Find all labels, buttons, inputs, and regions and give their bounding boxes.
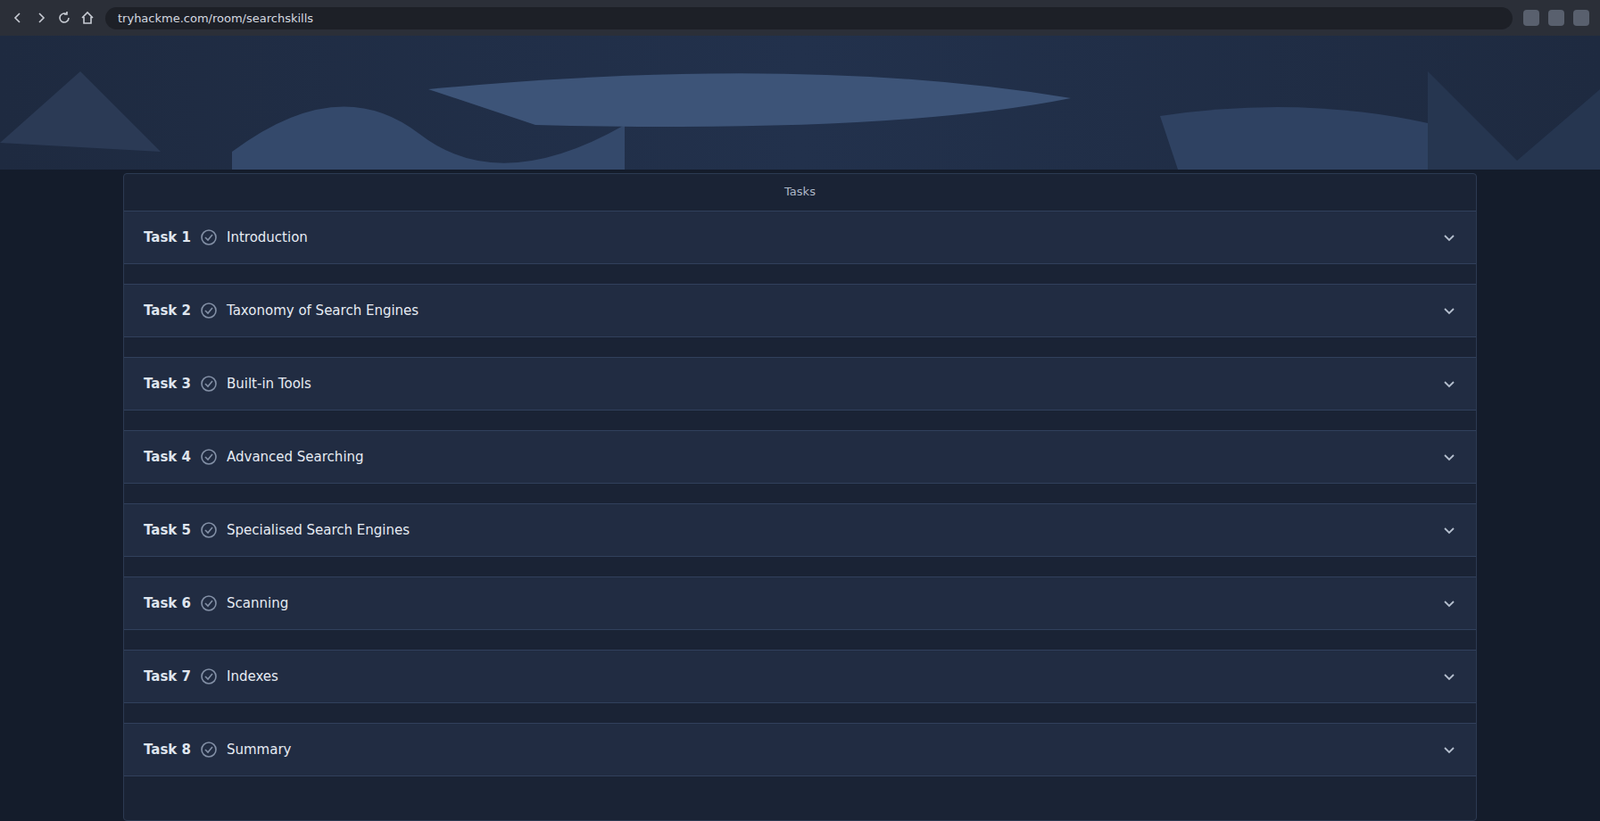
- task-title: Summary: [226, 741, 1434, 758]
- profile-icon[interactable]: [1573, 9, 1590, 26]
- task-label: Task 1: [143, 229, 191, 246]
- check-circle-icon: [199, 740, 218, 759]
- panel-title: Tasks: [124, 179, 1476, 211]
- task-panel: Tasks Task 1 Introduction Task 2 Taxonom…: [123, 173, 1477, 821]
- check-circle-icon: [199, 301, 218, 320]
- chevron-icon[interactable]: [1442, 230, 1457, 245]
- check-circle-icon: [199, 374, 218, 393]
- task-title: Introduction: [226, 229, 1434, 246]
- chevron-icon[interactable]: [1442, 522, 1457, 538]
- extension-icon[interactable]: [1523, 9, 1540, 26]
- task-title: Advanced Searching: [226, 448, 1434, 465]
- task-row[interactable]: Task 8 Summary: [124, 722, 1476, 777]
- chevron-icon[interactable]: [1442, 596, 1457, 611]
- task-row[interactable]: Task 3 Built-in Tools: [124, 356, 1476, 411]
- task-label: Task 8: [143, 741, 191, 758]
- chevron-icon[interactable]: [1442, 742, 1457, 757]
- task-row[interactable]: Task 5 Specialised Search Engines: [124, 503, 1476, 557]
- chevron-icon[interactable]: [1442, 449, 1457, 465]
- chevron-icon[interactable]: [1442, 376, 1457, 391]
- check-circle-icon: [199, 447, 218, 466]
- task-row[interactable]: Task 7 Indexes: [124, 649, 1476, 704]
- check-circle-icon: [199, 521, 218, 539]
- check-circle-icon: [199, 667, 218, 686]
- task-label: Task 6: [143, 595, 191, 612]
- task-title: Specialised Search Engines: [226, 522, 1434, 539]
- task-row[interactable]: Task 4 Advanced Searching: [124, 430, 1476, 484]
- chevron-icon[interactable]: [1442, 669, 1457, 684]
- home-icon[interactable]: [80, 10, 95, 25]
- task-row[interactable]: Task 2 Taxonomy of Search Engines: [124, 283, 1476, 338]
- forward-icon[interactable]: [33, 10, 49, 25]
- check-circle-icon: [199, 594, 218, 613]
- browser-toolbar: tryhackme.com/room/searchskills: [0, 0, 1600, 36]
- browser-window: tryhackme.com/room/searchskills Tasks Ta…: [0, 0, 1600, 821]
- task-title: Taxonomy of Search Engines: [226, 302, 1434, 319]
- room-banner: [0, 35, 1600, 170]
- task-label: Task 3: [143, 375, 191, 392]
- task-title: Indexes: [226, 668, 1434, 685]
- banner-illustration-icon: [0, 35, 1600, 170]
- task-label: Task 5: [143, 522, 191, 539]
- reload-icon[interactable]: [57, 10, 72, 25]
- chevron-icon[interactable]: [1442, 303, 1457, 318]
- address-bar[interactable]: tryhackme.com/room/searchskills: [105, 7, 1513, 30]
- task-row[interactable]: Task 6 Scanning: [124, 576, 1476, 631]
- extension-icon[interactable]: [1548, 9, 1565, 26]
- task-label: Task 2: [143, 302, 191, 319]
- check-circle-icon: [199, 228, 218, 247]
- task-label: Task 7: [143, 668, 191, 685]
- task-title: Scanning: [226, 595, 1434, 612]
- task-label: Task 4: [143, 448, 191, 465]
- task-title: Built-in Tools: [226, 375, 1434, 392]
- back-icon[interactable]: [10, 10, 25, 25]
- task-row[interactable]: Task 1 Introduction: [124, 210, 1476, 265]
